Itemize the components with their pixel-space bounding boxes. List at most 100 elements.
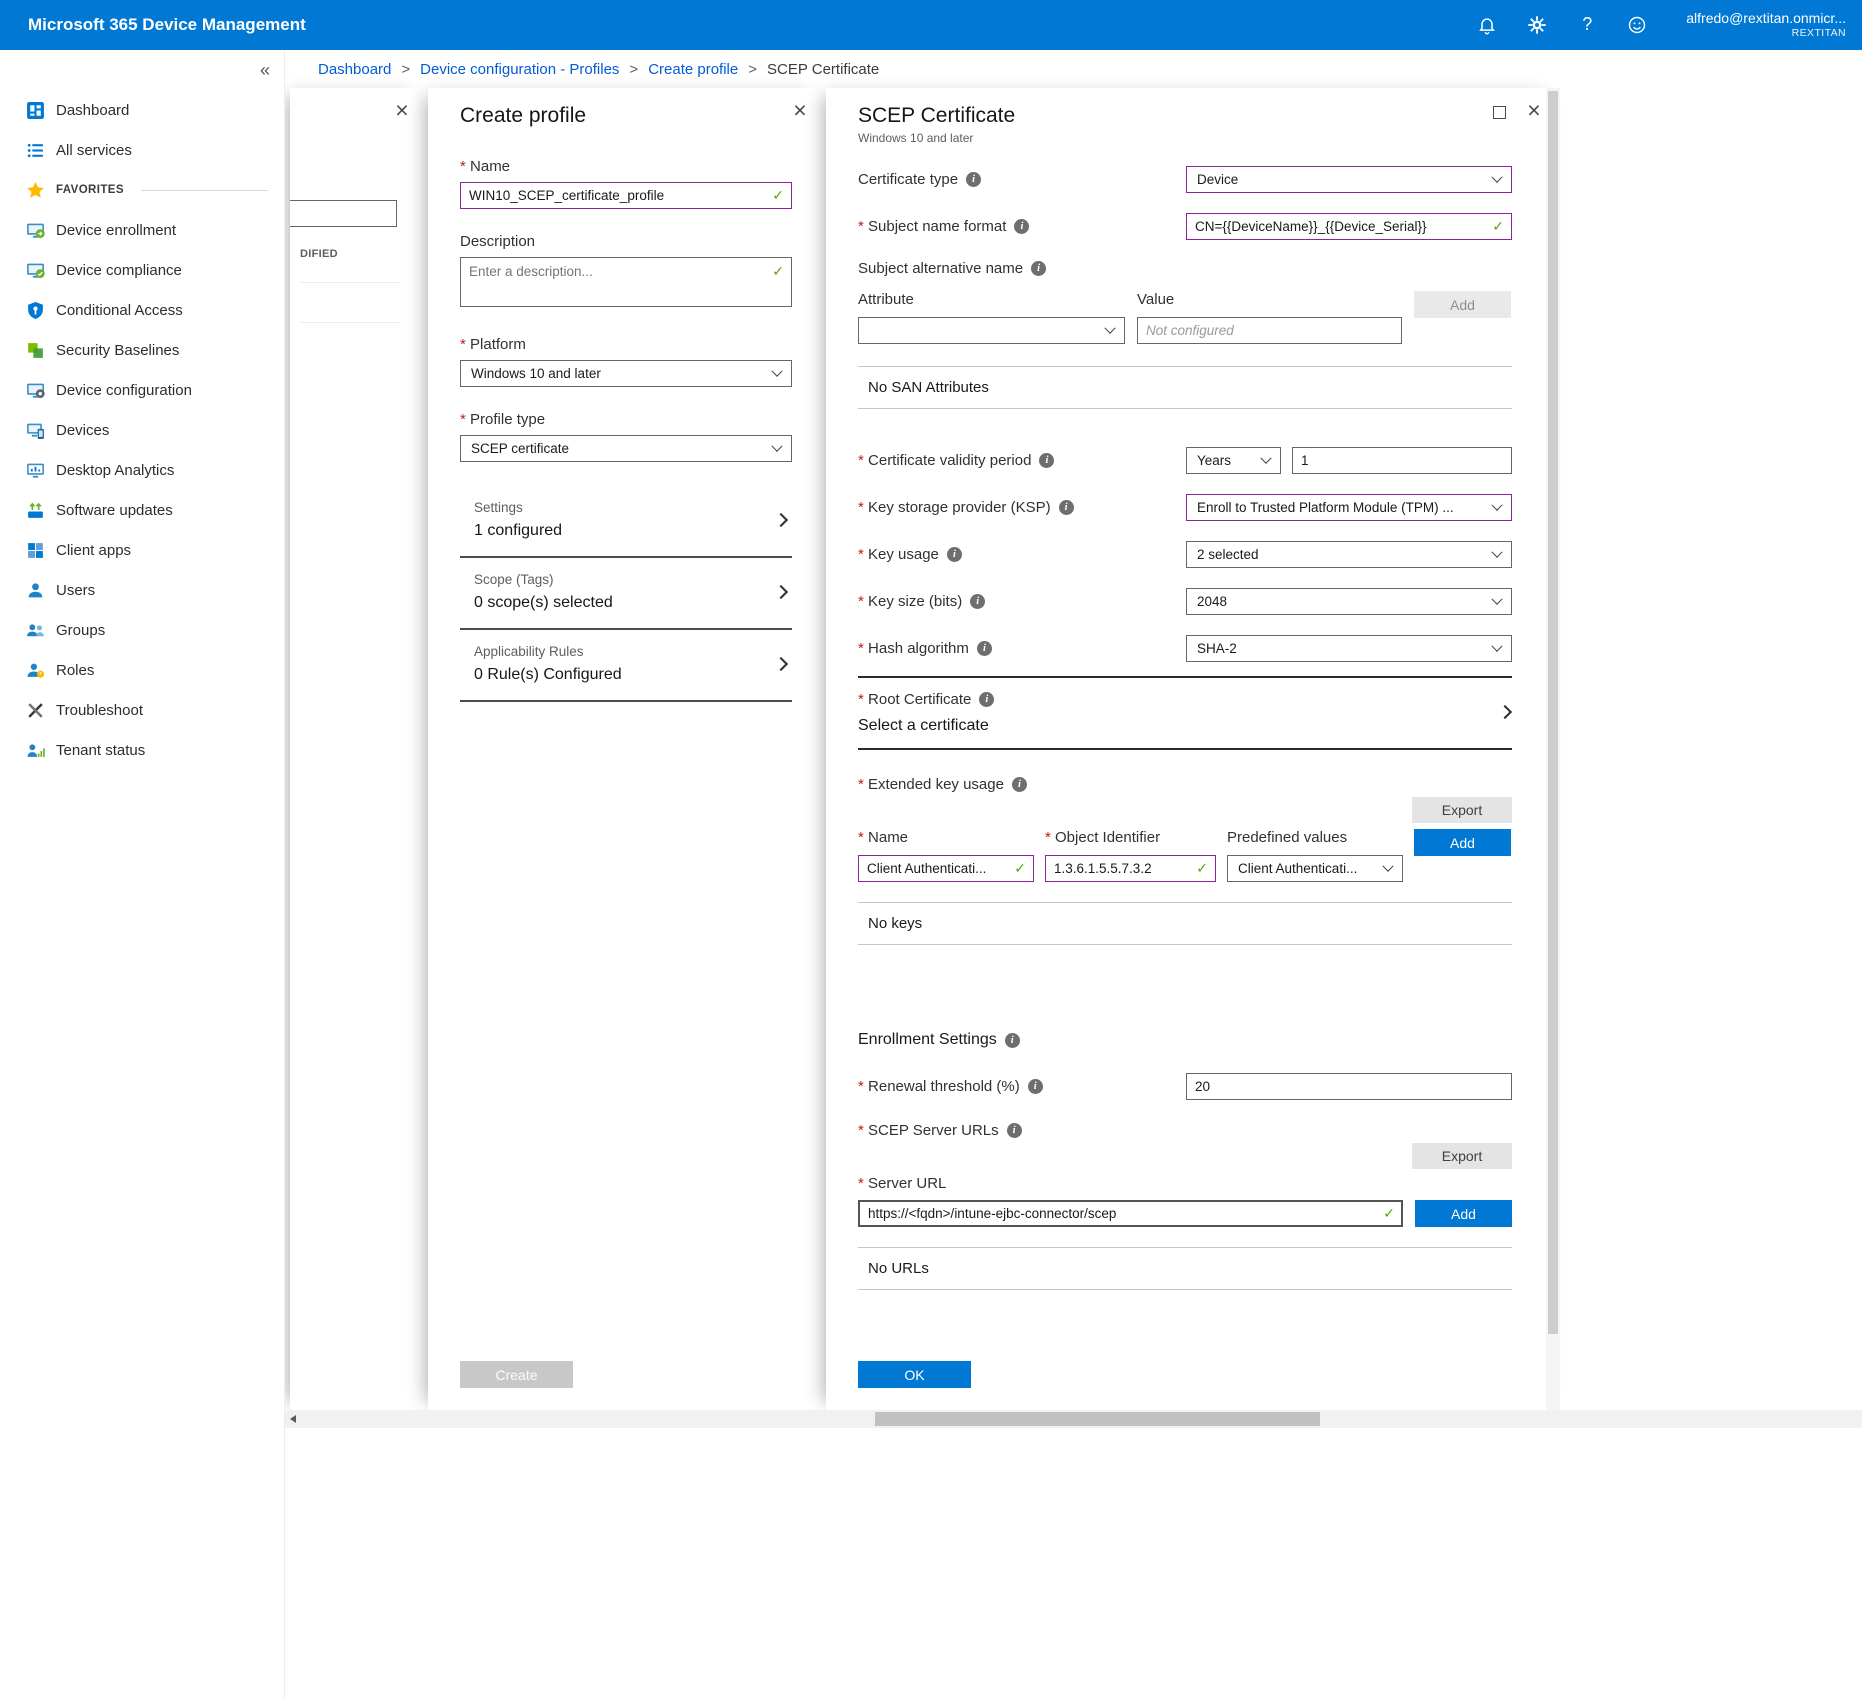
validity-unit-select[interactable]: Years: [1186, 447, 1281, 474]
close-icon[interactable]: [392, 100, 412, 122]
sidebar-nav: Dashboard All services FAVORITES Device …: [0, 90, 284, 770]
eku-oid-column-label: Object Identifier: [1045, 829, 1216, 847]
breadcrumb-dashboard[interactable]: Dashboard: [318, 61, 391, 78]
breadcrumb-create-profile[interactable]: Create profile: [648, 61, 738, 78]
sidebar-collapse-icon[interactable]: [260, 60, 270, 81]
renewal-threshold-input[interactable]: [1186, 1073, 1512, 1100]
settings-section-row[interactable]: Settings 1 configured: [460, 486, 792, 558]
eku-add-button[interactable]: Add: [1414, 829, 1511, 856]
info-icon[interactable]: [1007, 1123, 1022, 1138]
notifications-bell-icon[interactable]: [1476, 14, 1498, 36]
chevron-down-icon: [771, 440, 782, 451]
profile-type-select[interactable]: SCEP certificate: [460, 435, 792, 462]
eku-oid-input[interactable]: [1045, 855, 1216, 882]
san-attribute-select[interactable]: [858, 317, 1125, 344]
scroll-left-arrow-icon[interactable]: [290, 1415, 296, 1423]
info-icon[interactable]: [947, 547, 962, 562]
info-icon[interactable]: [1059, 500, 1074, 515]
info-icon[interactable]: [1028, 1079, 1043, 1094]
ok-button[interactable]: OK: [858, 1361, 971, 1388]
horizontal-scrollbar[interactable]: [285, 1410, 1862, 1428]
ksp-select[interactable]: Enroll to Trusted Platform Module (TPM) …: [1186, 494, 1512, 521]
valid-check-icon: [1383, 1206, 1395, 1222]
info-icon[interactable]: [1031, 261, 1046, 276]
server-url-add-button[interactable]: Add: [1415, 1200, 1512, 1227]
sidebar-item-label: Device enrollment: [56, 222, 176, 239]
info-icon[interactable]: [1005, 1033, 1020, 1048]
sidebar-item-roles[interactable]: Roles: [0, 650, 284, 690]
sidebar-item-dashboard[interactable]: Dashboard: [0, 90, 284, 130]
sidebar-item-label: Security Baselines: [56, 342, 179, 359]
chevron-right-icon: [774, 513, 788, 527]
breadcrumb-separator: [629, 61, 638, 78]
no-keys-text: No keys: [858, 903, 1512, 944]
breadcrumb-device-configuration-profiles[interactable]: Device configuration - Profiles: [420, 61, 619, 78]
close-icon[interactable]: [1524, 100, 1544, 122]
renewal-threshold-label: Renewal threshold (%): [858, 1078, 1020, 1095]
validity-value-input[interactable]: [1292, 447, 1512, 474]
san-value-input[interactable]: [1137, 317, 1402, 344]
settings-gear-icon[interactable]: [1526, 14, 1548, 36]
info-icon[interactable]: [966, 172, 981, 187]
name-input[interactable]: [460, 182, 792, 209]
content-area: Dashboard Device configuration - Profile…: [285, 50, 1862, 1698]
chevron-down-icon: [771, 365, 782, 376]
star-icon: [26, 181, 45, 200]
chevron-down-icon: [1491, 499, 1502, 510]
info-icon[interactable]: [1012, 777, 1027, 792]
sidebar-item-all-services[interactable]: All services: [0, 130, 284, 170]
server-url-input[interactable]: [858, 1200, 1403, 1227]
info-icon[interactable]: [1014, 219, 1029, 234]
certificate-validity-label: Certificate validity period: [858, 452, 1031, 469]
sidebar-item-device-enrollment[interactable]: Device enrollment: [0, 210, 284, 250]
chevron-down-icon: [1104, 322, 1115, 333]
sidebar-item-groups[interactable]: Groups: [0, 610, 284, 650]
certificate-type-select[interactable]: Device: [1186, 166, 1512, 193]
subject-name-format-input[interactable]: [1186, 213, 1512, 240]
applicability-rules-section-row[interactable]: Applicability Rules 0 Rule(s) Configured: [460, 630, 792, 702]
eku-predefined-select[interactable]: Client Authenticati...: [1227, 855, 1403, 882]
scep-form: Certificate type Device Subject name for…: [826, 144, 1560, 1348]
vertical-scrollbar[interactable]: [1546, 88, 1560, 1410]
description-input[interactable]: [460, 257, 792, 307]
platform-select[interactable]: Windows 10 and later: [460, 360, 792, 387]
sidebar-item-tenant-status[interactable]: Tenant status: [0, 730, 284, 770]
hash-algorithm-select[interactable]: SHA-2: [1186, 635, 1512, 662]
info-icon[interactable]: [979, 692, 994, 707]
feedback-smiley-icon[interactable]: [1626, 14, 1648, 36]
sidebar-item-client-apps[interactable]: Client apps: [0, 530, 284, 570]
horizontal-scrollbar-thumb[interactable]: [875, 1412, 1320, 1426]
valid-check-icon: [1492, 219, 1504, 235]
root-certificate-row[interactable]: Root Certificate Select a certificate: [858, 678, 1512, 748]
divider: [300, 282, 400, 283]
info-icon[interactable]: [977, 641, 992, 656]
sidebar-item-label: Devices: [56, 422, 109, 439]
scope-tags-section-row[interactable]: Scope (Tags) 0 scope(s) selected: [460, 558, 792, 630]
eku-export-button[interactable]: Export: [1412, 797, 1512, 823]
maximize-icon[interactable]: [1493, 106, 1506, 119]
urls-export-button[interactable]: Export: [1412, 1143, 1512, 1169]
info-icon[interactable]: [1039, 453, 1054, 468]
sidebar-item-conditional-access[interactable]: Conditional Access: [0, 290, 284, 330]
sidebar-item-desktop-analytics[interactable]: Desktop Analytics: [0, 450, 284, 490]
sidebar-item-troubleshoot[interactable]: Troubleshoot: [0, 690, 284, 730]
create-button[interactable]: Create: [460, 1361, 573, 1388]
eku-name-input[interactable]: [858, 855, 1034, 882]
account-menu[interactable]: alfredo@rextitan.onmicr... REXTITAN: [1686, 9, 1846, 41]
sidebar-item-users[interactable]: Users: [0, 570, 284, 610]
vertical-scrollbar-thumb[interactable]: [1548, 91, 1558, 1334]
sidebar-item-security-baselines[interactable]: Security Baselines: [0, 330, 284, 370]
sidebar-item-device-configuration[interactable]: Device configuration: [0, 370, 284, 410]
san-add-button[interactable]: Add: [1414, 291, 1511, 318]
sidebar-item-device-compliance[interactable]: Device compliance: [0, 250, 284, 290]
profiles-search-input[interactable]: [290, 200, 397, 227]
sidebar-item-software-updates[interactable]: Software updates: [0, 490, 284, 530]
info-icon[interactable]: [970, 594, 985, 609]
chevron-down-icon: [1382, 860, 1393, 871]
close-icon[interactable]: [790, 100, 810, 122]
key-size-select[interactable]: 2048: [1186, 588, 1512, 615]
sidebar-item-devices[interactable]: Devices: [0, 410, 284, 450]
app-title[interactable]: Microsoft 365 Device Management: [28, 15, 306, 35]
help-icon[interactable]: [1576, 14, 1598, 36]
key-usage-select[interactable]: 2 selected: [1186, 541, 1512, 568]
